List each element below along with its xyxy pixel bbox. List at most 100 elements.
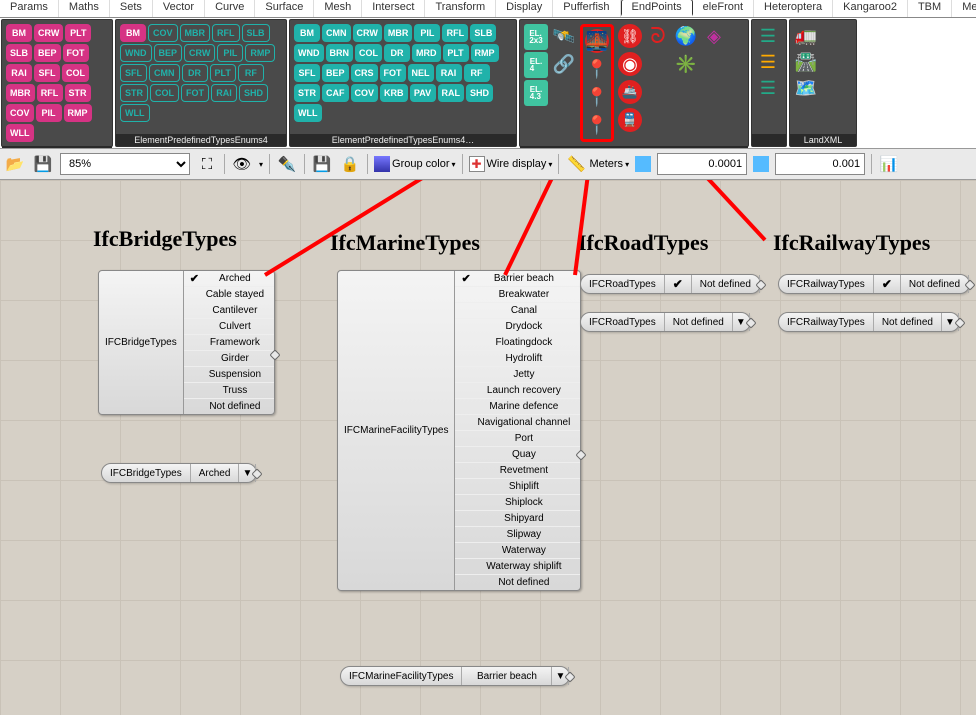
component-bridge-types[interactable]: IFCBridgeTypes ArchedCable stayedCantile… [98, 270, 275, 415]
chip-brn[interactable]: BRN [326, 44, 354, 62]
tab-metahopper[interactable]: MetaHopper [952, 0, 976, 17]
list-item[interactable]: Not defined [455, 575, 580, 590]
port-icon[interactable]: 🚢 [618, 80, 642, 104]
chip-fot[interactable]: FOT [181, 84, 209, 102]
chip-bep[interactable]: BEP [154, 44, 183, 62]
chip-bep[interactable]: BEP [322, 64, 349, 82]
chip-crw[interactable]: CRW [184, 44, 215, 62]
chip-mbr[interactable]: MBR [384, 24, 413, 42]
list-item[interactable]: Culvert [184, 319, 274, 335]
chip-nel[interactable]: NEL [408, 64, 434, 82]
tab-tbm[interactable]: TBM [908, 0, 952, 17]
list-item[interactable]: Port [455, 431, 580, 447]
chip-sfl[interactable]: SFL [120, 64, 147, 82]
chip-shd[interactable]: SHD [239, 84, 268, 102]
chip-pav[interactable]: PAV [410, 84, 436, 102]
group-color-label[interactable]: Group color [392, 158, 449, 170]
capsule-road-2[interactable]: IFCRoadTypes Not defined ▼ [580, 312, 751, 332]
chip-cmn[interactable]: CMN [149, 64, 180, 82]
rail-icon[interactable]: 🚆 [618, 108, 642, 132]
list-item[interactable]: Framework [184, 335, 274, 351]
chip-rmp[interactable]: RMP [245, 44, 275, 62]
chip-rfl[interactable]: RFL [37, 84, 63, 102]
chip-bm[interactable]: BM [6, 24, 32, 42]
chip-sfl[interactable]: SFL [294, 64, 320, 82]
tab-sets[interactable]: Sets [110, 0, 153, 17]
chip-rf[interactable]: RF [464, 64, 490, 82]
chip-crw[interactable]: CRW [353, 24, 382, 42]
chip-str[interactable]: STR [120, 84, 148, 102]
list-icon[interactable]: ☰ [756, 24, 780, 48]
component-marine-types[interactable]: IFCMarineFacilityTypes Barrier beachBrea… [337, 270, 581, 591]
canvas[interactable]: IfcBridgeTypes IfcMarineTypes IfcRoadTyp… [0, 180, 976, 715]
chip-wll[interactable]: WLL [120, 104, 150, 122]
tab-maths[interactable]: Maths [59, 0, 110, 17]
chip-crw[interactable]: CRW [34, 24, 63, 42]
list-item[interactable]: Girder [184, 351, 274, 367]
list-item[interactable]: Breakwater [455, 287, 580, 303]
list-item[interactable]: Not defined [184, 399, 274, 414]
capsule-railway-1[interactable]: IFCRailwayTypes ✔ Not defined [778, 274, 970, 294]
tab-transform[interactable]: Transform [425, 0, 496, 17]
list-item[interactable]: Drydock [455, 319, 580, 335]
chip-pil[interactable]: PIL [36, 104, 62, 122]
tab-vector[interactable]: Vector [153, 0, 205, 17]
chip-str[interactable]: STR [65, 84, 91, 102]
chip-col[interactable]: COL [355, 44, 382, 62]
chip-wnd[interactable]: WND [120, 44, 152, 62]
chip-slb[interactable]: SLB [470, 24, 496, 42]
list-item[interactable]: Waterway [455, 543, 580, 559]
units-label[interactable]: Meters [589, 158, 623, 170]
ifc-road-icon[interactable]: 📍 [585, 85, 609, 109]
chip-cmn[interactable]: CMN [322, 24, 351, 42]
list-item[interactable]: Jetty [455, 367, 580, 383]
ifc-bridge-icon[interactable]: 🌉 [585, 29, 609, 53]
capsule-road-1[interactable]: IFCRoadTypes ✔ Not defined [580, 274, 761, 294]
save-doc-icon[interactable]: 💾 [311, 153, 333, 175]
list-item[interactable]: Arched [184, 271, 274, 287]
chip-bm[interactable]: BM [294, 24, 320, 42]
chip-rai[interactable]: RAI [211, 84, 237, 102]
ifc-marine-icon[interactable]: 📍 [585, 57, 609, 81]
tab-intersect[interactable]: Intersect [362, 0, 425, 17]
chip-pil[interactable]: PIL [414, 24, 440, 42]
zoom-select[interactable]: 85% [60, 153, 190, 175]
el-box[interactable]: EL.4 [524, 52, 548, 78]
chip-cov[interactable]: COV [148, 24, 178, 42]
tab-elefront[interactable]: eleFront [693, 0, 754, 17]
chip-pil[interactable]: PIL [217, 44, 243, 62]
save-icon[interactable]: 💾 [32, 153, 54, 175]
chip-bep[interactable]: BEP [34, 44, 61, 62]
chip-crs[interactable]: CRS [351, 64, 378, 82]
list-item[interactable]: Revetment [455, 463, 580, 479]
sketch-icon[interactable]: ✒️ [276, 153, 298, 175]
chip-shd[interactable]: SHD [466, 84, 493, 102]
chip-sfl[interactable]: SFL [34, 64, 60, 82]
chart-icon[interactable]: 📊 [878, 153, 900, 175]
cube-icon[interactable]: ◈ [702, 24, 726, 48]
tab-mesh[interactable]: Mesh [314, 0, 362, 17]
wire-display-icon[interactable]: ✚ [469, 156, 485, 172]
chip-fot[interactable]: FOT [380, 64, 406, 82]
chip-plt[interactable]: PLT [65, 24, 91, 42]
list-item[interactable]: Shiplift [455, 479, 580, 495]
list-item[interactable]: Canal [455, 303, 580, 319]
chip-rfl[interactable]: RFL [212, 24, 240, 42]
chip-fot[interactable]: FOT [63, 44, 89, 62]
tab-endpoints[interactable]: EndPoints [621, 0, 693, 16]
group-color-swatch[interactable] [374, 156, 390, 172]
ifc-railway-icon[interactable]: 📍 [585, 113, 609, 137]
tol-abs-icon[interactable] [635, 156, 651, 172]
eye-icon[interactable]: 👁 [231, 153, 253, 175]
spiral-icon[interactable]: ᘐ [646, 24, 670, 48]
tolerance-abs-input[interactable] [657, 153, 747, 175]
chip-col[interactable]: COL [62, 64, 89, 82]
chip-rmp[interactable]: RMP [471, 44, 499, 62]
chip-cov[interactable]: COV [351, 84, 379, 102]
chip-wnd[interactable]: WND [294, 44, 324, 62]
chip-rmp[interactable]: RMP [64, 104, 92, 122]
tab-display[interactable]: Display [496, 0, 553, 17]
chip-col[interactable]: COL [150, 84, 179, 102]
el-box[interactable]: EL.4.3 [524, 80, 548, 106]
list2-icon[interactable]: ☰ [756, 50, 780, 74]
